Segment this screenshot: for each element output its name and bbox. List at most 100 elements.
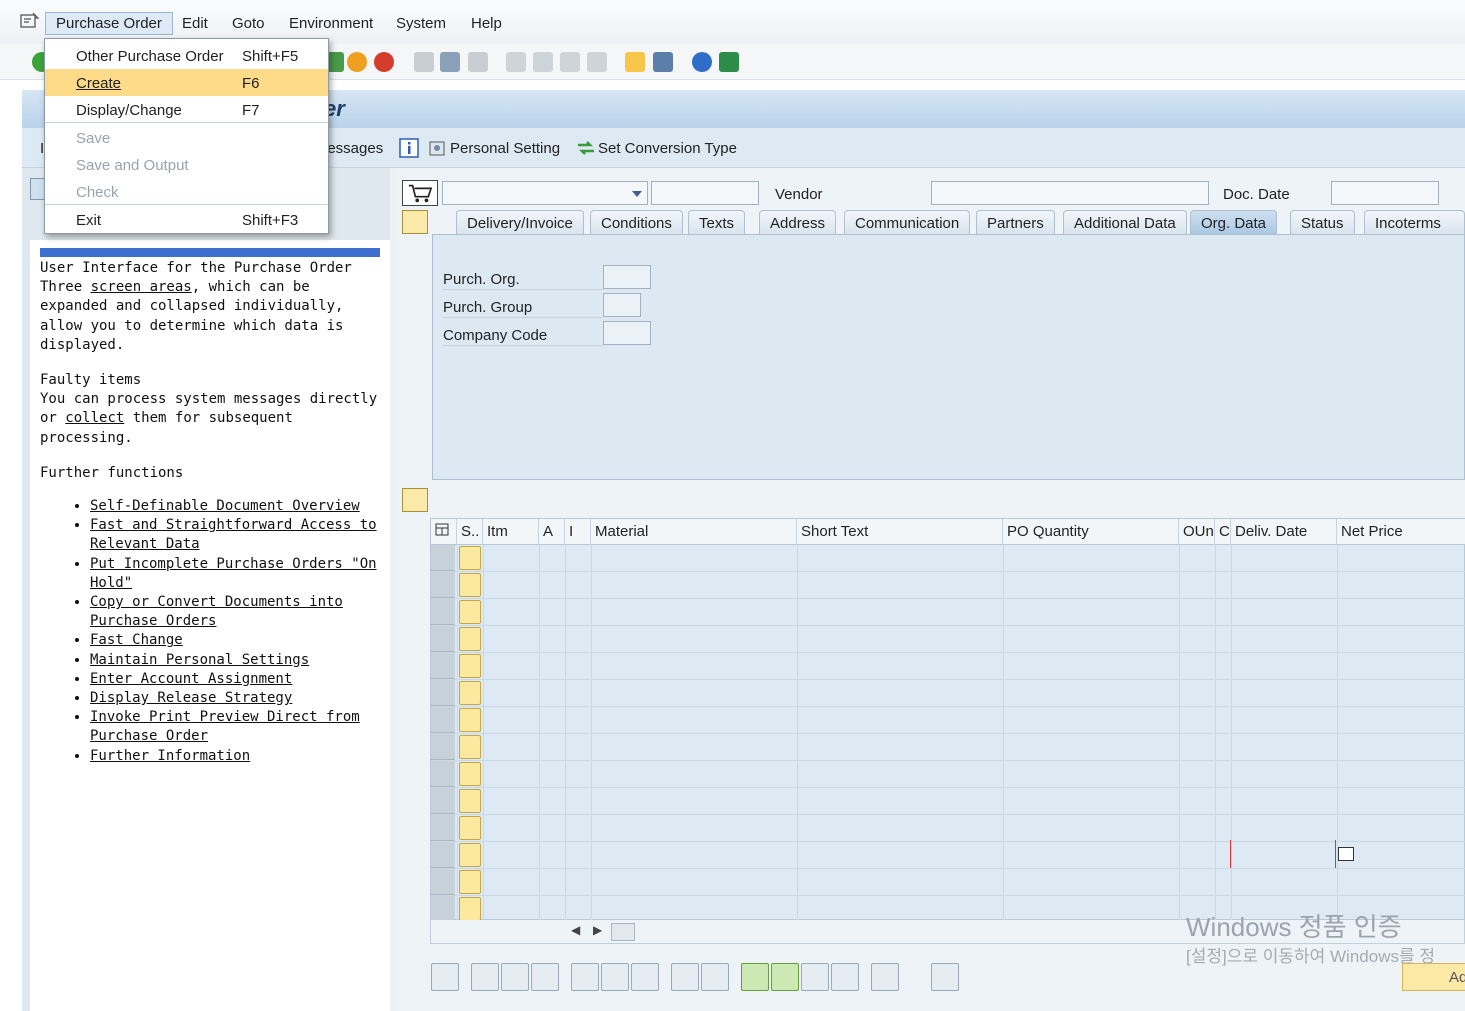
help-link[interactable]: Further Information — [90, 748, 250, 764]
messages-button[interactable]: lessages — [324, 140, 383, 157]
menu-item-exit[interactable]: Exit Shift+F3 — [45, 206, 328, 233]
row-selector[interactable] — [431, 653, 455, 679]
column-header[interactable]: Deliv. Date — [1231, 519, 1337, 545]
set-conversion-type-button[interactable]: Set Conversion Type — [598, 140, 737, 157]
first-page-icon[interactable] — [506, 52, 526, 72]
vendor-field[interactable] — [931, 181, 1209, 205]
item-notes-button[interactable] — [931, 963, 959, 991]
help-link[interactable]: Fast Change — [90, 632, 183, 648]
copy-item-button[interactable] — [671, 963, 699, 991]
status-cell[interactable] — [459, 654, 481, 678]
status-cell[interactable] — [459, 843, 481, 867]
column-header[interactable]: Net Price — [1337, 519, 1465, 545]
collapse-all-button[interactable] — [501, 963, 529, 991]
column-header[interactable]: Short Text — [797, 519, 1003, 545]
menu-item-display-change[interactable]: Display/Change F7 — [45, 96, 328, 123]
help-link[interactable]: Maintain Personal Settings — [90, 652, 309, 668]
help-link[interactable]: Invoke Print Preview Direct from Purchas… — [90, 709, 360, 744]
exit-icon[interactable] — [347, 52, 367, 72]
menu-help[interactable]: Help — [471, 15, 502, 32]
item-overview-button[interactable] — [531, 963, 559, 991]
system-menu-icon[interactable] — [20, 12, 40, 30]
tab-status[interactable]: Status — [1290, 210, 1355, 234]
unblock-item-button[interactable] — [631, 963, 659, 991]
row-selector[interactable] — [431, 599, 455, 625]
selected-cell-marker[interactable] — [1230, 840, 1336, 868]
menu-item-create[interactable]: Create F6 — [45, 69, 328, 96]
row-selector[interactable] — [431, 788, 455, 814]
additional-button[interactable]: Ad — [1402, 963, 1465, 991]
status-cell[interactable] — [459, 897, 481, 921]
tab-org-data[interactable]: Org. Data — [1190, 210, 1278, 234]
row-selector[interactable] — [431, 896, 455, 922]
menu-purchase-order[interactable]: Purchase Order — [45, 12, 173, 35]
block-item-button[interactable] — [601, 963, 629, 991]
status-cell[interactable] — [459, 546, 481, 570]
change-layout-button[interactable] — [831, 963, 859, 991]
row-selector[interactable] — [431, 572, 455, 598]
row-selector[interactable] — [431, 707, 455, 733]
status-cell[interactable] — [459, 762, 481, 786]
shortcut-icon[interactable] — [653, 52, 673, 72]
menu-edit[interactable]: Edit — [182, 15, 208, 32]
menu-item-other-purchase-order[interactable]: Other Purchase Order Shift+F5 — [45, 42, 328, 69]
print-items-button[interactable] — [871, 963, 899, 991]
print-icon[interactable] — [414, 52, 434, 72]
status-cell[interactable] — [459, 627, 481, 651]
previous-page-icon[interactable] — [533, 52, 553, 72]
doc-type-select[interactable] — [442, 181, 648, 205]
menu-system[interactable]: System — [396, 15, 446, 32]
column-header[interactable]: PO Quantity — [1003, 519, 1179, 545]
sort-descending-button[interactable] — [771, 963, 799, 991]
expand-all-button[interactable] — [471, 963, 499, 991]
status-cell[interactable] — [459, 735, 481, 759]
column-header[interactable]: Itm — [483, 519, 539, 545]
tab-additional-data[interactable]: Additional Data — [1063, 210, 1187, 234]
status-cell[interactable] — [459, 789, 481, 813]
status-cell[interactable] — [459, 681, 481, 705]
panel-splitter[interactable] — [390, 168, 398, 1011]
column-header[interactable]: S.. — [457, 519, 483, 545]
sort-ascending-button[interactable] — [741, 963, 769, 991]
help-link[interactable]: Fast and Straightforward Access to Relev… — [90, 517, 377, 552]
tab-incoterms[interactable]: Incoterms — [1364, 210, 1465, 234]
row-selector[interactable] — [431, 869, 455, 895]
screen-areas-link[interactable]: screen areas — [91, 279, 192, 295]
info-icon[interactable] — [399, 138, 419, 158]
table-settings-icon[interactable] — [431, 519, 457, 545]
row-selector[interactable] — [431, 842, 455, 868]
row-selector[interactable] — [431, 761, 455, 787]
find-icon[interactable] — [440, 52, 460, 72]
company-code-field[interactable] — [603, 321, 651, 345]
help-link[interactable]: Display Release Strategy — [90, 690, 292, 706]
tab-texts[interactable]: Texts — [688, 210, 746, 234]
header-expand-icon[interactable] — [402, 210, 428, 234]
scroll-thumb[interactable] — [611, 923, 635, 941]
tab-conditions[interactable]: Conditions — [590, 210, 683, 234]
help-link[interactable]: Copy or Convert Documents into Purchase … — [90, 594, 343, 629]
column-header[interactable]: I — [565, 519, 591, 545]
item-details-button[interactable] — [431, 963, 459, 991]
collect-link[interactable]: collect — [65, 410, 124, 426]
help-link[interactable]: Enter Account Assignment — [90, 671, 292, 687]
layout-menu-icon[interactable] — [719, 52, 739, 72]
menu-environment[interactable]: Environment — [289, 15, 373, 32]
tab-partners[interactable]: Partners — [976, 210, 1055, 234]
row-selector[interactable] — [431, 626, 455, 652]
row-selector[interactable] — [431, 680, 455, 706]
next-page-icon[interactable] — [560, 52, 580, 72]
row-selector[interactable] — [431, 815, 455, 841]
doc-date-field[interactable] — [1331, 181, 1439, 205]
create-session-icon[interactable] — [625, 52, 645, 72]
purch-org-field[interactable] — [603, 265, 651, 289]
find-next-icon[interactable] — [468, 52, 488, 72]
filter-button[interactable] — [801, 963, 829, 991]
status-cell[interactable] — [459, 600, 481, 624]
status-cell[interactable] — [459, 708, 481, 732]
column-header[interactable]: Material — [591, 519, 797, 545]
tab-communication[interactable]: Communication — [844, 210, 971, 234]
copy-icon[interactable] — [1338, 847, 1354, 861]
status-cell[interactable] — [459, 870, 481, 894]
help-link[interactable]: Put Incomplete Purchase Orders "On Hold" — [90, 556, 377, 591]
items-expand-icon[interactable] — [402, 488, 428, 512]
